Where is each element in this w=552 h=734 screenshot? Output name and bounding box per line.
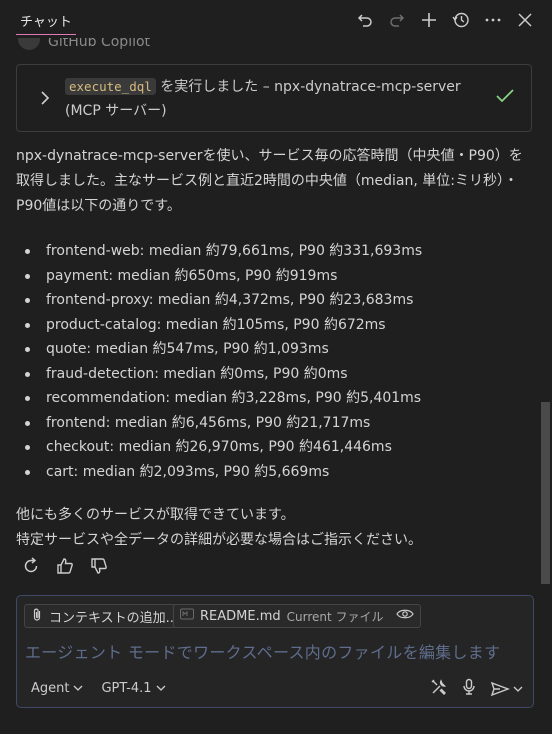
check-icon [495,87,515,109]
list-item: frontend-web: median 約79,661ms, P90 約331… [16,239,534,264]
tools-icon[interactable] [430,678,448,700]
file-chip-name: README.md [200,608,281,624]
send-icon[interactable] [490,681,523,697]
intro-line-3: P90値は以下の通りです。 [16,198,181,214]
tool-name-code: execute_dql [65,78,156,95]
title-bar: チャット [0,0,552,40]
mode-dropdown[interactable]: Agent [31,681,83,696]
thumbs-up-icon[interactable] [54,555,76,577]
tool-call-text: execute_dql を実行しました – npx-dynatrace-mcp-… [65,75,485,123]
list-item: product-catalog: median 約105ms, P90 約672… [16,313,534,338]
tab-chat[interactable]: チャット [16,0,76,40]
retry-icon[interactable] [20,555,42,577]
paperclip-icon [31,607,43,626]
list-item: quote: median 約547ms, P90 約1,093ms [16,337,534,362]
tool-call-line2: (MCP サーバー) [65,103,167,119]
list-item: frontend-proxy: median 約4,372ms, P90 約23… [16,288,534,313]
outro-line-1: 他にも多くのサービスが取得できています。 [16,507,295,523]
redo-icon[interactable] [386,9,408,31]
add-context-label: コンテキストの追加... [49,610,179,626]
thumbs-down-icon[interactable] [88,555,110,577]
title-actions [354,0,536,40]
list-item: cart: median 約2,093ms, P90 約5,669ms [16,460,534,485]
file-chip-sub: Current ファイル [286,609,384,624]
model-dropdown[interactable]: GPT-4.1 [101,681,165,696]
plus-icon[interactable] [418,9,440,31]
chevron-down-icon [156,685,165,691]
assistant-message: npx-dynatrace-mcp-serverを使い、サービス毎の応答時間（中… [16,144,534,553]
file-chip[interactable]: README.md Current ファイル [173,604,421,628]
close-icon[interactable] [514,9,536,31]
history-icon[interactable] [450,9,472,31]
intro-line-1: npx-dynatrace-mcp-serverを使い、サービス毎の応答時間（中… [16,148,523,164]
chat-input[interactable]: エージェント モードでワークスペース内のファイルを編集します [25,639,500,663]
markdown-file-icon [180,608,194,624]
mode-label: Agent [31,680,70,696]
undo-icon[interactable] [354,9,376,31]
message-intro: npx-dynatrace-mcp-serverを使い、サービス毎の応答時間（中… [16,144,534,219]
message-outro: 他にも多くのサービスが取得できています。 特定サービスや全データの詳細が必要な場… [16,503,534,553]
tool-call-line1: を実行しました – npx-dynatrace-mcp-server [160,79,461,95]
add-context-chip[interactable]: コンテキストの追加... [24,604,186,628]
more-icon[interactable] [482,9,504,31]
outro-line-2: 特定サービスや全データの詳細が必要な場合はご指示ください。 [16,532,422,548]
chevron-right-icon[interactable] [39,90,51,110]
list-item: recommendation: median 約3,228ms, P90 約5,… [16,386,534,411]
input-toolbar: Agent GPT-4.1 [31,678,523,698]
chevron-down-icon [74,685,83,691]
list-item: payment: median 約650ms, P90 約919ms [16,264,534,289]
feedback-bar [20,555,110,577]
chevron-down-icon [513,686,523,692]
tool-call-box[interactable]: execute_dql を実行しました – npx-dynatrace-mcp-… [16,64,532,132]
intro-line-2: 取得しました。主なサービス例と直近2時間の中央値（median, 単位:ミリ秒）… [16,173,519,189]
microphone-icon[interactable] [462,678,476,700]
list-item: fraud-detection: median 約0ms, P90 約0ms [16,362,534,387]
input-tools [430,678,523,700]
list-item: checkout: median 約26,970ms, P90 約461,446… [16,435,534,460]
service-list: frontend-web: median 約79,661ms, P90 約331… [16,239,534,484]
chat-input-panel: コンテキストの追加... README.md Current ファイル エージェ… [16,595,534,708]
eye-icon[interactable] [395,608,414,624]
model-label: GPT-4.1 [101,680,152,696]
scrollbar-thumb[interactable] [541,402,550,584]
list-item: frontend: median 約6,456ms, P90 約21,717ms [16,411,534,436]
